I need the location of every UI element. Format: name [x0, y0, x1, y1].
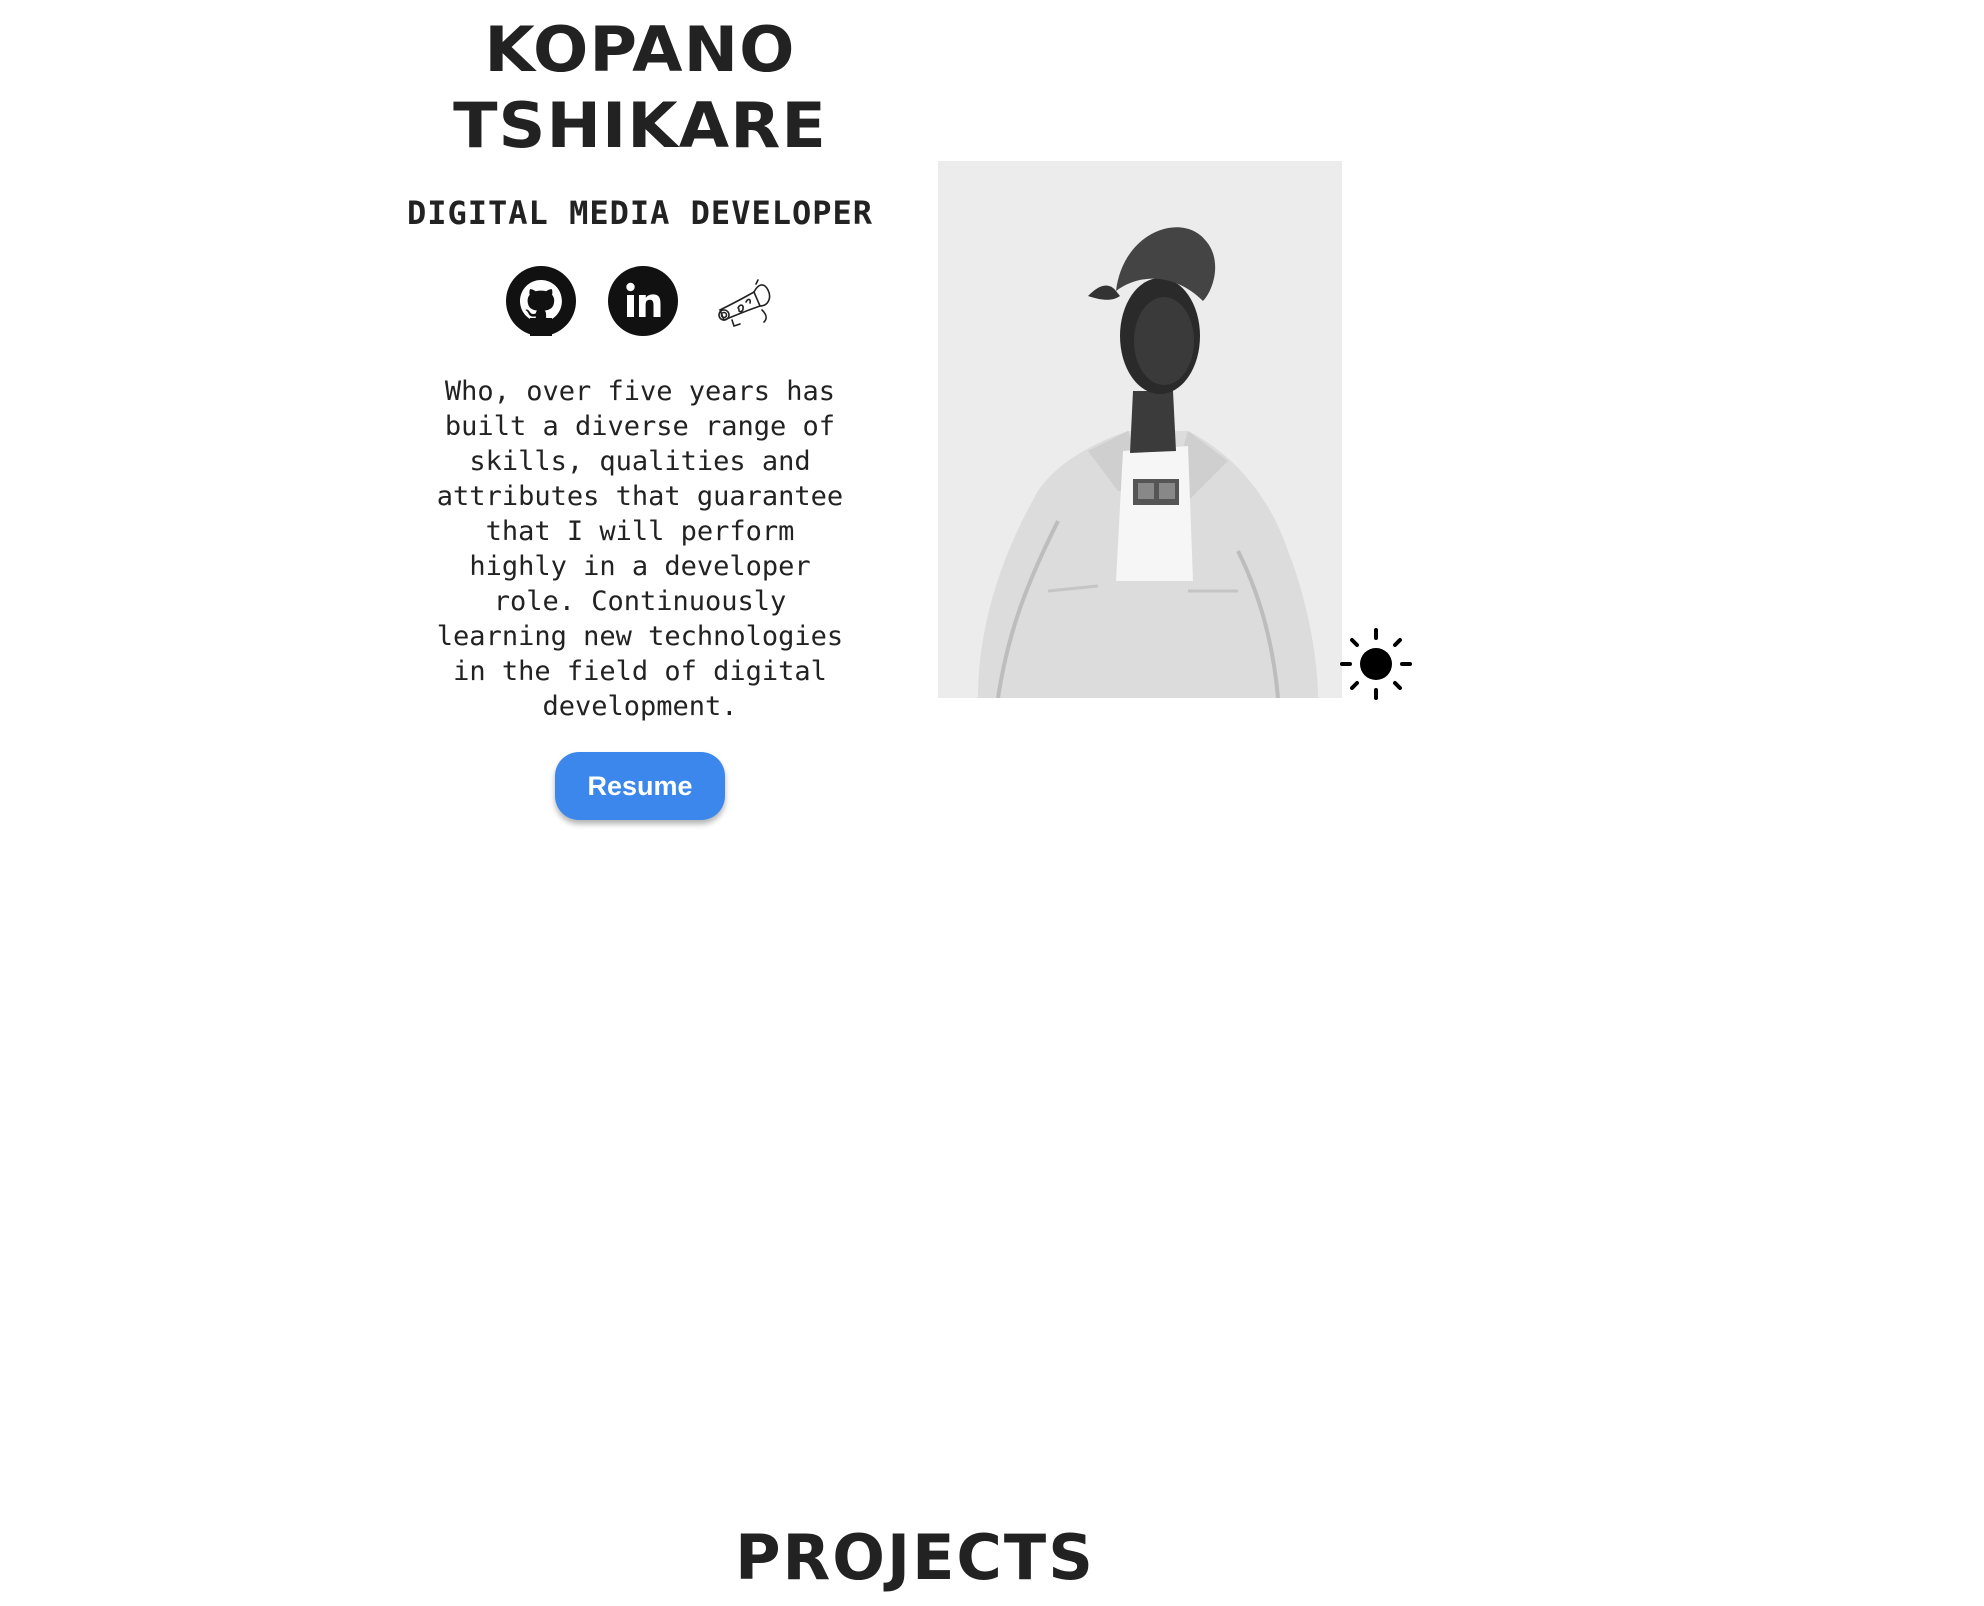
github-link[interactable] [506, 266, 576, 336]
social-links [400, 266, 880, 336]
resume-button[interactable]: Resume [555, 752, 725, 820]
person-silhouette [938, 161, 1342, 698]
page-title: KOPANO TSHIKARE [388, 0, 892, 164]
job-title: DIGITAL MEDIA DEVELOPER [406, 194, 874, 232]
hero-section: KOPANO TSHIKARE DIGITAL MEDIA DEVELOPER [400, 0, 880, 820]
linkedin-link[interactable] [608, 266, 678, 336]
name-last: TSHIKARE [453, 89, 827, 162]
megaphone-sketch-icon [718, 279, 771, 328]
theme-toggle-button[interactable] [1340, 628, 1412, 700]
github-icon [506, 266, 576, 336]
name-first: KOPANO [484, 13, 796, 86]
projects-heading: PROJECTS [735, 1521, 1095, 1594]
sun-icon [1340, 628, 1412, 700]
profile-photo [938, 161, 1342, 698]
linkedin-icon [608, 266, 678, 336]
blog-link[interactable] [710, 266, 780, 336]
bio-text: Who, over five years has built a diverse… [436, 376, 844, 722]
